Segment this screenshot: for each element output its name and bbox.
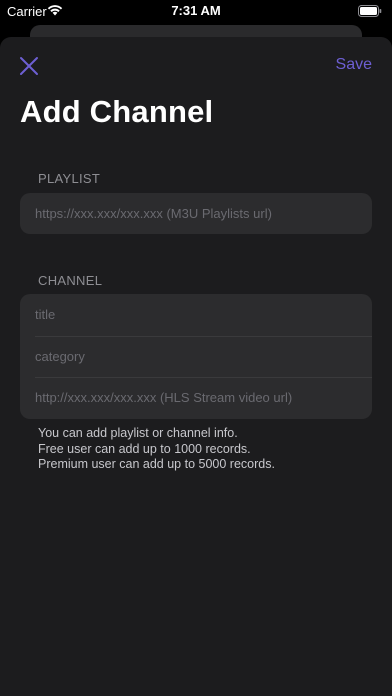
status-bar: Carrier 7:31 AM <box>0 0 392 22</box>
footer-line-2: Free user can add up to 1000 records. <box>38 441 251 456</box>
playlist-url-field[interactable]: https://xxx.xxx/xxx.xxx (M3U Playlists u… <box>20 193 372 234</box>
playlist-url-placeholder: https://xxx.xxx/xxx.xxx (M3U Playlists u… <box>35 206 272 221</box>
status-time: 7:31 AM <box>171 3 221 18</box>
channel-group: title category http://xxx.xxx/xxx.xxx (H… <box>20 294 372 419</box>
playlist-section-header: PLAYLIST <box>38 171 101 186</box>
channel-section-header: CHANNEL <box>38 273 103 288</box>
add-channel-sheet: Save Add Channel PLAYLIST https://xxx.xx… <box>0 37 392 696</box>
playlist-group: https://xxx.xxx/xxx.xxx (M3U Playlists u… <box>20 193 372 234</box>
close-icon[interactable] <box>18 55 40 77</box>
channel-category-placeholder: category <box>35 348 85 364</box>
save-button[interactable]: Save <box>336 56 372 74</box>
footer-line-3: Premium user can add up to 5000 records. <box>38 457 275 471</box>
channel-url-placeholder: http://xxx.xxx/xxx.xxx (HLS Stream video… <box>35 390 293 406</box>
battery-icon <box>358 5 382 17</box>
channel-title-placeholder: title <box>35 307 56 323</box>
channel-category-field[interactable]: category <box>20 335 372 378</box>
footer-note: You can add playlist or channel info. Fr… <box>38 426 275 473</box>
channel-url-field[interactable]: http://xxx.xxx/xxx.xxx (HLS Stream video… <box>20 377 372 419</box>
page-title: Add Channel <box>20 94 214 129</box>
footer-line-1: You can add playlist or channel info. <box>38 426 238 440</box>
channel-title-field[interactable]: title <box>20 294 372 336</box>
